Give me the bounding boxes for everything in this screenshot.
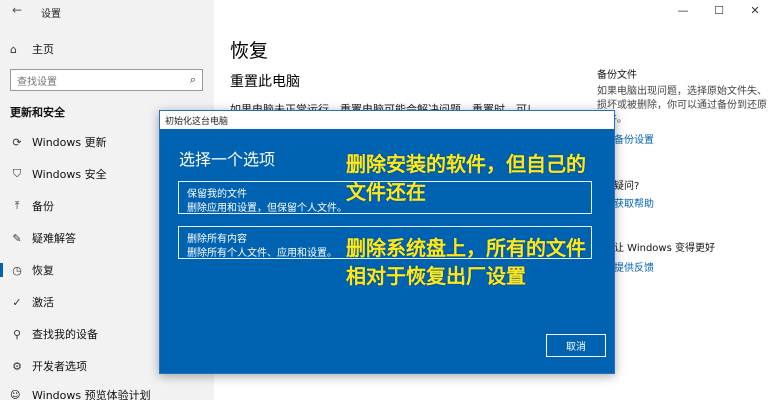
backup-heading: 备份文件 [597,70,637,81]
search-input[interactable] [11,72,176,93]
annotation-line: 文件还在 [346,180,426,204]
sidebar-home[interactable]: ⌂ 主页 [10,40,54,58]
back-arrow-icon[interactable]: ← [12,3,22,17]
minimize-button[interactable]: — [665,0,701,22]
dialog-title: 初始化这台电脑 [165,117,229,127]
sidebar-item-label: Windows 更新 [32,136,107,149]
option-desc: 删除所有个人文件、应用和设置。 [187,248,337,259]
home-icon: ⌂ [10,42,17,56]
section-subtitle: 重置此电脑 [230,74,300,90]
sidebar-item-label: Windows 预览体验计划 [32,389,151,400]
sidebar-item-label: 疑难解答 [32,232,76,245]
history-icon: ◷ [12,263,22,277]
sidebar-item-label: 恢复 [32,264,54,277]
related-panel: 备份文件 如果电脑出现问题，选择原始文件失、损坏或被删除，你可以通过备份到还原文… [597,66,767,127]
annotation-remove-all: 删除系统盘上，所有的文件 相对于恢复出厂设置 [346,234,586,290]
active-indicator [0,263,3,277]
cancel-button[interactable]: 取消 [546,334,606,357]
search-box[interactable]: ⌕ [10,69,203,93]
search-icon[interactable]: ⌕ [190,73,196,87]
sliders-icon: ⚙ [12,359,22,373]
annotation-line: 删除系统盘上，所有的文件 [346,236,586,260]
sidebar-item-label: 激活 [32,296,54,309]
option-title: 保留我的文件 [187,189,247,200]
option-desc: 删除应用和设置，但保留个人文件。 [187,203,347,214]
question-heading: 疑问? [614,181,640,192]
sidebar-item-label: 查找我的设备 [32,328,98,341]
backup-settings-link[interactable]: 备份设置 [614,131,654,146]
maximize-button[interactable]: ☐ [701,0,737,22]
backup-text: 如果电脑出现问题，选择原始文件失、损坏或被删除，你可以通过备份到还原文件。 [597,86,767,125]
sidebar-item-label: Windows 安全 [32,168,107,181]
wrench-icon: ✎ [12,231,22,245]
window-controls: — ☐ ✕ [665,0,773,22]
smile-icon: ☺ [10,389,21,400]
sidebar-item-label: 备份 [32,200,54,213]
option-title: 删除所有内容 [187,234,247,245]
improve-heading: 让 Windows 变得更好 [614,243,715,254]
section-heading: 更新和安全 [10,106,65,119]
titlebar: ← 设置 [0,0,214,24]
sidebar-home-label: 主页 [32,43,54,56]
page-title: 恢复 [230,40,269,62]
get-help-link[interactable]: 获取帮助 [614,195,654,210]
shield-icon: ⛉ [12,167,22,180]
feedback-link[interactable]: 提供反馈 [614,259,654,274]
app-title: 设置 [41,9,61,20]
annotation-line: 删除安装的软件，但自己的 [346,152,586,176]
sidebar-item-insider[interactable]: ☺ Windows 预览体验计划 [0,388,214,400]
annotation-line: 相对于恢复出厂设置 [346,264,526,288]
close-button[interactable]: ✕ [737,0,773,22]
dialog-heading: 选择一个选项 [179,150,276,169]
dialog-titlebar: 初始化这台电脑 [160,111,614,129]
upload-icon: ⤒ [14,199,20,212]
sidebar-item-label: 开发者选项 [32,360,87,373]
annotation-keep-files: 删除安装的软件，但自己的 文件还在 [346,150,586,206]
person-pin-icon: ⚲ [12,327,22,341]
check-circle-icon: ✓ [12,295,22,309]
sync-icon: ⟳ [12,135,22,149]
